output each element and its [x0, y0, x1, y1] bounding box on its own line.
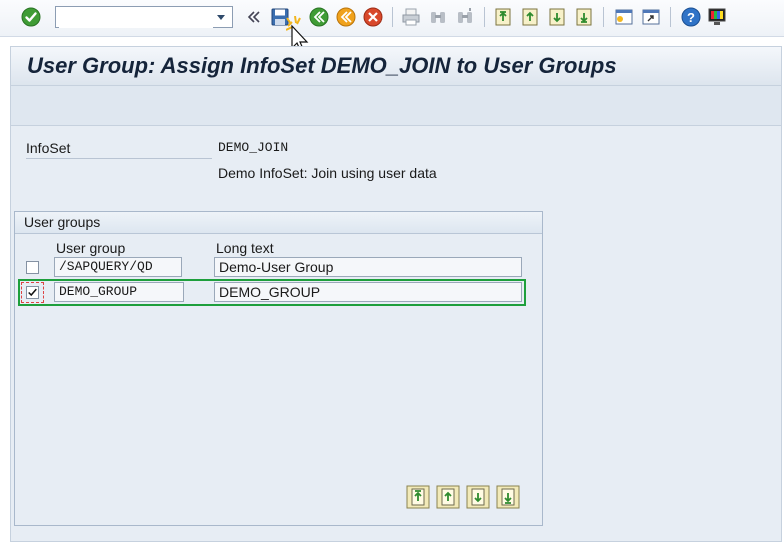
standard-toolbar: ?	[0, 0, 784, 37]
next-page-icon[interactable]	[546, 6, 568, 28]
user-groups-header: User groups	[15, 212, 542, 234]
user-group-field[interactable]: /SAPQUERY/QD	[54, 257, 182, 277]
toolbar-separator	[392, 7, 393, 27]
long-text-field[interactable]: Demo-User Group	[214, 257, 522, 277]
print-icon[interactable]	[400, 6, 422, 28]
checkmark-icon	[28, 288, 37, 297]
long-text-field[interactable]: DEMO_GROUP	[214, 282, 522, 302]
user-group-field[interactable]: DEMO_GROUP	[54, 282, 184, 302]
toolbar-separator	[484, 7, 485, 27]
enter-icon[interactable]	[20, 6, 42, 28]
exit-icon[interactable]	[335, 6, 357, 28]
application-toolbar	[10, 86, 782, 126]
shortcut-icon[interactable]	[640, 6, 662, 28]
infoset-value: DEMO_JOIN	[218, 140, 289, 155]
customize-layout-icon[interactable]	[706, 6, 728, 28]
row-select-checkbox[interactable]	[26, 261, 39, 274]
first-page-icon[interactable]	[492, 6, 514, 28]
table-previous-page-icon[interactable]	[436, 485, 460, 509]
find-icon[interactable]	[427, 6, 449, 28]
column-header-long-text: Long text	[216, 240, 274, 256]
user-groups-title: User groups	[24, 214, 101, 230]
table-first-page-icon[interactable]	[406, 485, 430, 509]
command-dropdown-icon[interactable]	[214, 10, 228, 24]
command-input[interactable]	[59, 8, 213, 28]
previous-page-icon[interactable]	[519, 6, 541, 28]
table-last-page-icon[interactable]	[496, 485, 520, 509]
collapse-arrows-icon[interactable]	[242, 6, 264, 28]
new-session-icon[interactable]	[613, 6, 635, 28]
find-next-icon[interactable]	[454, 6, 476, 28]
command-field[interactable]	[55, 6, 233, 28]
cancel-icon[interactable]	[362, 6, 384, 28]
back-icon[interactable]	[308, 6, 330, 28]
svg-text:?: ?	[687, 10, 695, 25]
row-select-checkbox-checked[interactable]	[26, 286, 39, 299]
toolbar-separator	[670, 7, 671, 27]
column-header-user-group: User group	[56, 240, 126, 256]
toolbar-separator	[603, 7, 604, 27]
last-page-icon[interactable]	[573, 6, 595, 28]
infoset-label: InfoSet	[26, 140, 212, 159]
infoset-description: Demo InfoSet: Join using user data	[218, 165, 437, 181]
help-icon[interactable]: ?	[680, 6, 702, 28]
title-bar: User Group: Assign InfoSet DEMO_JOIN to …	[10, 46, 782, 86]
table-next-page-icon[interactable]	[466, 485, 490, 509]
page-title: User Group: Assign InfoSet DEMO_JOIN to …	[27, 53, 617, 78]
